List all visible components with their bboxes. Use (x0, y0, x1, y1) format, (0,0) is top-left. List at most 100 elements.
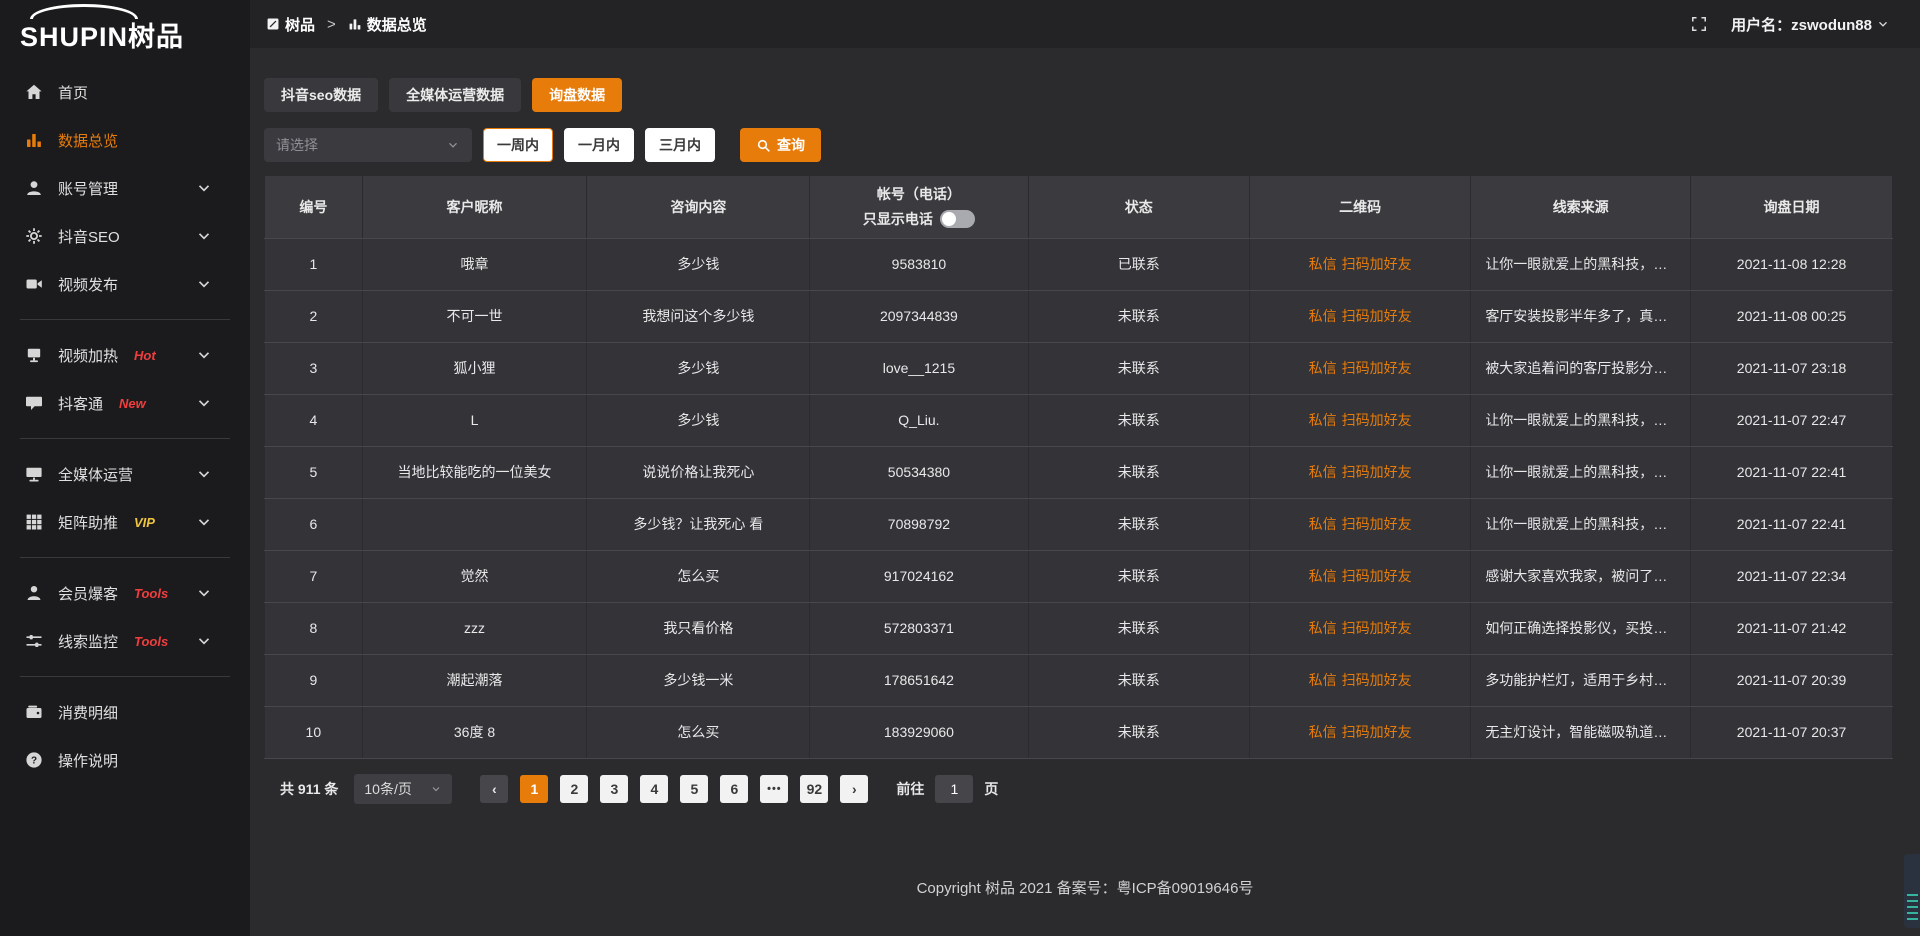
date-cell: 2021-11-07 22:47 (1691, 394, 1893, 446)
private-msg-link[interactable]: 私信 (1309, 410, 1337, 430)
sidebar-item-data-overview[interactable]: 数据总览 (0, 116, 250, 164)
source-link[interactable]: 感谢大家喜欢我家，被问了好... (1471, 550, 1691, 602)
breadcrumb-home[interactable]: 树品 (285, 14, 315, 35)
sidebar-item-consume-detail[interactable]: 消费明细 (0, 688, 250, 736)
period-button-one-month[interactable]: 一月内 (564, 128, 634, 162)
sidebar-item-douyin-seo[interactable]: 抖音SEO (0, 212, 250, 260)
chevron-down-icon (195, 275, 213, 293)
tab-douyin-seo-data[interactable]: 抖音seo数据 (264, 78, 378, 112)
nickname-cell: 狐小狸 (362, 342, 587, 394)
scan-add-friend-link[interactable]: 扫码加好友 (1342, 358, 1412, 378)
sidebar-badge: Tools (134, 586, 168, 601)
source-link[interactable]: 让你一眼就爱上的黑科技，能... (1471, 238, 1691, 290)
sidebar-item-label: 视频加热 (58, 345, 118, 366)
tab-media-operation-data[interactable]: 全媒体运营数据 (389, 78, 521, 112)
content: 抖音seo数据全媒体运营数据询盘数据 请选择 一周内一月内三月内 查询 编号客户… (250, 48, 1920, 877)
main-area: 树品 > 数据总览 用户名：zswodun88 抖音seo数据全媒体运营数据询盘… (250, 0, 1920, 936)
sidebar-item-label: 矩阵助推 (58, 512, 118, 533)
status-cell: 未联系 (1028, 550, 1249, 602)
content-cell: 多少钱一米 (587, 654, 810, 706)
source-link[interactable]: 被大家追着问的客厅投影分享... (1471, 342, 1691, 394)
private-msg-link[interactable]: 私信 (1309, 722, 1337, 742)
user-menu[interactable]: 用户名：zswodun88 (1731, 14, 1890, 35)
status-cell: 未联系 (1028, 394, 1249, 446)
scan-add-friend-link[interactable]: 扫码加好友 (1342, 514, 1412, 534)
status-cell: 已联系 (1028, 238, 1249, 290)
sidebar-item-douketong[interactable]: 抖客通New (0, 379, 250, 427)
table-row: 4L多少钱Q_Liu.未联系私信扫码加好友让你一眼就爱上的黑科技，能...202… (265, 394, 1893, 446)
search-button[interactable]: 查询 (740, 128, 821, 162)
sidebar-item-video-publish[interactable]: 视频发布 (0, 260, 250, 308)
sidebar-badge: New (119, 396, 146, 411)
sidebar-item-label: 操作说明 (58, 750, 118, 771)
sidebar-item-label: 账号管理 (58, 178, 118, 199)
inquiry-table: 编号客户昵称咨询内容帐号（电话）只显示电话状态二维码线索来源询盘日期 1哦章多少… (264, 176, 1893, 759)
source-link[interactable]: 让你一眼就爱上的黑科技，能... (1471, 498, 1691, 550)
gear-icon (25, 227, 43, 245)
period-button-one-week[interactable]: 一周内 (483, 128, 553, 162)
scan-add-friend-link[interactable]: 扫码加好友 (1342, 410, 1412, 430)
source-link[interactable]: 让你一眼就爱上的黑科技，能... (1471, 446, 1691, 498)
next-page-button[interactable]: › (840, 775, 868, 803)
scan-add-friend-link[interactable]: 扫码加好友 (1342, 618, 1412, 638)
sidebar-item-matrix-boost[interactable]: 矩阵助推VIP (0, 498, 250, 546)
filter-select[interactable]: 请选择 (264, 128, 472, 162)
page-button-3[interactable]: 3 (600, 775, 628, 803)
source-link[interactable]: 如何正确选择投影仪，买投影... (1471, 602, 1691, 654)
sidebar-item-home[interactable]: 首页 (0, 68, 250, 116)
source-link[interactable]: 让你一眼就爱上的黑科技，能... (1471, 394, 1691, 446)
filter-select-placeholder: 请选择 (276, 135, 318, 155)
wallet-icon (25, 703, 43, 721)
scan-add-friend-link[interactable]: 扫码加好友 (1342, 566, 1412, 586)
scan-add-friend-link[interactable]: 扫码加好友 (1342, 306, 1412, 326)
period-button-three-month[interactable]: 三月内 (645, 128, 715, 162)
prev-page-button[interactable]: ‹ (480, 775, 508, 803)
source-link[interactable]: 无主灯设计，智能磁吸轨道灯... (1471, 706, 1691, 758)
breadcrumb-current: 数据总览 (367, 14, 427, 35)
scan-add-friend-link[interactable]: 扫码加好友 (1342, 670, 1412, 690)
scan-add-friend-link[interactable]: 扫码加好友 (1342, 254, 1412, 274)
goto-page-input[interactable] (935, 775, 973, 803)
sidebar-item-video-heat[interactable]: 视频加热Hot (0, 331, 250, 379)
table-row: 1036度 8怎么买183929060未联系私信扫码加好友无主灯设计，智能磁吸轨… (265, 706, 1893, 758)
sidebar-item-account-manage[interactable]: 账号管理 (0, 164, 250, 212)
fullscreen-icon[interactable] (1691, 16, 1707, 32)
qr-cell: 私信扫码加好友 (1249, 290, 1470, 342)
topbar: 树品 > 数据总览 用户名：zswodun88 (250, 0, 1920, 48)
private-msg-link[interactable]: 私信 (1309, 254, 1337, 274)
sidebar-item-member-burst[interactable]: 会员爆客Tools (0, 569, 250, 617)
private-msg-link[interactable]: 私信 (1309, 618, 1337, 638)
chevron-down-icon (1876, 17, 1890, 31)
more-pages-button[interactable]: ••• (760, 775, 788, 803)
status-cell: 未联系 (1028, 342, 1249, 394)
page-button-6[interactable]: 6 (720, 775, 748, 803)
private-msg-link[interactable]: 私信 (1309, 306, 1337, 326)
row-number-cell: 2 (265, 290, 363, 342)
page-button-1[interactable]: 1 (520, 775, 548, 803)
private-msg-link[interactable]: 私信 (1309, 670, 1337, 690)
sidebar-item-operation-guide[interactable]: ?操作说明 (0, 736, 250, 784)
source-link[interactable]: 客厅安装投影半年多了，真实... (1471, 290, 1691, 342)
scan-add-friend-link[interactable]: 扫码加好友 (1342, 462, 1412, 482)
source-link[interactable]: 多功能护栏灯，适用于乡村文... (1471, 654, 1691, 706)
floating-widget[interactable] (1904, 854, 1920, 928)
page-button-92[interactable]: 92 (800, 775, 828, 803)
floating-widget-stripes (1907, 894, 1918, 920)
private-msg-link[interactable]: 私信 (1309, 566, 1337, 586)
page-button-5[interactable]: 5 (680, 775, 708, 803)
phone-only-toggle[interactable] (940, 210, 975, 228)
private-msg-link[interactable]: 私信 (1309, 462, 1337, 482)
page-size-select[interactable]: 10条/页 (354, 774, 452, 804)
sidebar-item-all-media[interactable]: 全媒体运营 (0, 450, 250, 498)
grid-icon (25, 513, 43, 531)
sidebar-divider (20, 438, 230, 439)
qr-cell: 私信扫码加好友 (1249, 498, 1470, 550)
page-button-2[interactable]: 2 (560, 775, 588, 803)
scan-add-friend-link[interactable]: 扫码加好友 (1342, 722, 1412, 742)
sidebar-item-lead-monitor[interactable]: 线索监控Tools (0, 617, 250, 665)
private-msg-link[interactable]: 私信 (1309, 358, 1337, 378)
private-msg-link[interactable]: 私信 (1309, 514, 1337, 534)
tab-inquiry-data[interactable]: 询盘数据 (532, 78, 622, 112)
nickname-cell: L (362, 394, 587, 446)
page-button-4[interactable]: 4 (640, 775, 668, 803)
